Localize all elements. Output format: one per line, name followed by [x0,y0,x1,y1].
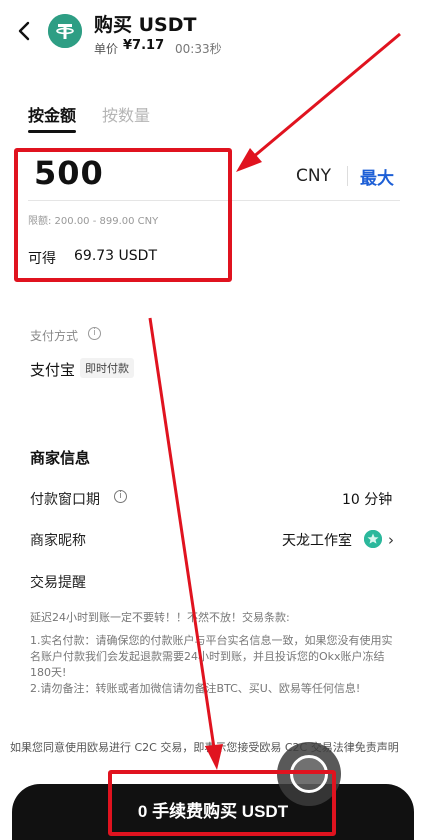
annotation-arrow-bottom [148,317,223,770]
annotation-arrow-top [236,32,401,172]
annotation-arrows [148,32,401,770]
